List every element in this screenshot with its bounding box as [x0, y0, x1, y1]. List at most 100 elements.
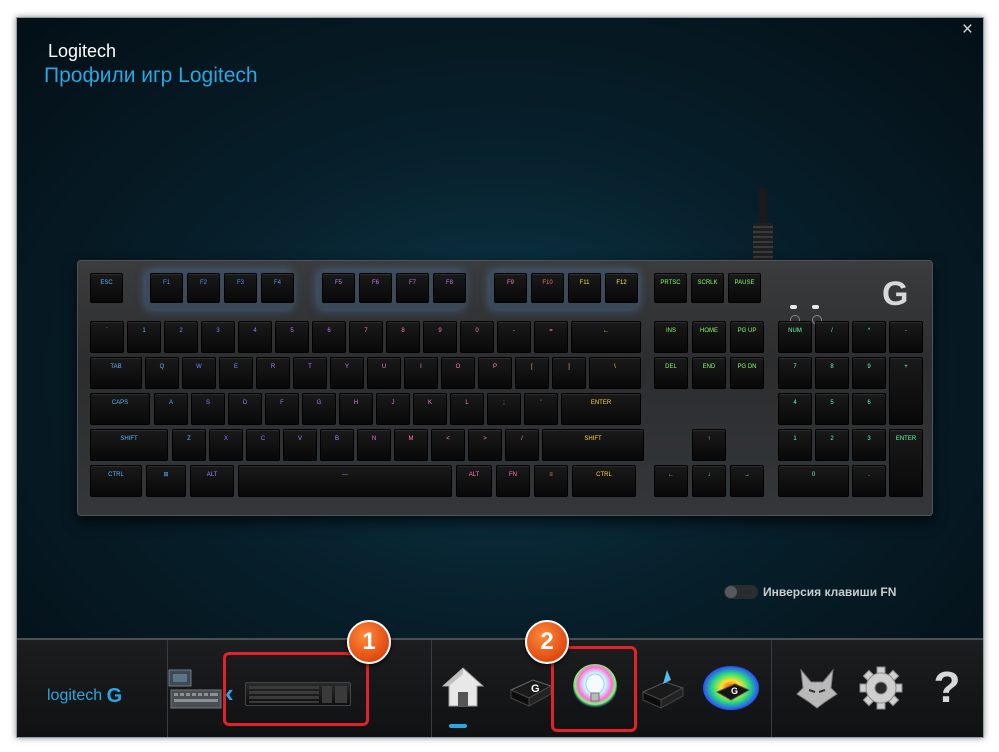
close-icon[interactable]: × — [962, 20, 973, 40]
key[interactable]: F11 — [568, 273, 601, 303]
heatmap-icon[interactable]: G — [701, 662, 761, 714]
key[interactable]: INS — [654, 321, 688, 353]
key[interactable]: * — [852, 321, 886, 353]
key[interactable]: SHIFT — [542, 429, 644, 461]
key[interactable]: H — [339, 393, 373, 425]
key-assignment-icon[interactable] — [637, 662, 689, 714]
key[interactable]: [ — [515, 357, 549, 389]
key[interactable]: CTRL — [90, 465, 142, 497]
key[interactable]: 3 — [201, 321, 235, 353]
key[interactable]: N — [357, 429, 391, 461]
previous-device-icon[interactable] — [167, 668, 223, 712]
key[interactable]: - — [497, 321, 531, 353]
key[interactable]: \ — [589, 357, 641, 389]
key[interactable]: T — [293, 357, 327, 389]
key[interactable]: / — [815, 321, 849, 353]
key[interactable]: PG UP — [730, 321, 764, 353]
key[interactable]: ≡ — [534, 465, 568, 497]
key[interactable]: - — [889, 321, 923, 353]
key[interactable]: 2 — [815, 429, 849, 461]
key[interactable]: Q — [145, 357, 179, 389]
home-icon[interactable] — [437, 662, 489, 714]
key[interactable]: 4 — [238, 321, 272, 353]
key[interactable]: ← — [571, 321, 641, 353]
key[interactable]: F — [265, 393, 299, 425]
key[interactable]: ENTER — [561, 393, 641, 425]
key[interactable]: K — [413, 393, 447, 425]
key[interactable]: ENTER — [889, 429, 923, 497]
key[interactable]: B — [320, 429, 354, 461]
key[interactable]: 0 — [778, 465, 849, 497]
key[interactable]: SCRLK — [691, 273, 724, 303]
key[interactable]: A — [154, 393, 188, 425]
key[interactable]: 3 — [852, 429, 886, 461]
gear-icon[interactable] — [855, 662, 907, 714]
key[interactable]: + — [889, 357, 923, 425]
key[interactable]: ↑ — [692, 429, 726, 461]
key[interactable]: 7 — [349, 321, 383, 353]
key[interactable]: ; — [487, 393, 521, 425]
key[interactable]: CAPS — [90, 393, 150, 425]
key[interactable]: W — [182, 357, 216, 389]
key[interactable]: FN — [496, 465, 530, 497]
key[interactable]: F1 — [150, 273, 183, 303]
key[interactable]: → — [730, 465, 764, 497]
key[interactable]: 2 — [164, 321, 198, 353]
key[interactable]: 7 — [778, 357, 812, 389]
key[interactable]: 6 — [312, 321, 346, 353]
key[interactable]: F5 — [322, 273, 355, 303]
key[interactable]: DEL — [654, 357, 688, 389]
key[interactable]: NUM — [778, 321, 812, 353]
key[interactable]: PRTSC — [654, 273, 687, 303]
key[interactable]: ALT — [190, 465, 234, 497]
key[interactable]: — — [238, 465, 452, 497]
key[interactable]: 9 — [423, 321, 457, 353]
key[interactable]: ALT — [456, 465, 492, 497]
key[interactable]: F12 — [605, 273, 638, 303]
key[interactable]: PG DN — [730, 357, 764, 389]
key[interactable]: C — [246, 429, 280, 461]
keyboard-preview[interactable]: G ESC F1 F2 F3 F4 F5 F6 F7 F8 F9 F10 F11 F12 PRTSC SCR… — [77, 260, 933, 516]
key[interactable]: > — [468, 429, 502, 461]
key[interactable]: J — [376, 393, 410, 425]
key[interactable]: 0 — [460, 321, 494, 353]
key[interactable]: ' — [524, 393, 558, 425]
key[interactable]: 1 — [778, 429, 812, 461]
key[interactable]: 8 — [386, 321, 420, 353]
key[interactable]: 9 — [852, 357, 886, 389]
key[interactable]: Y — [330, 357, 364, 389]
key[interactable]: 5 — [815, 393, 849, 425]
key[interactable]: F8 — [433, 273, 466, 303]
key[interactable]: D — [228, 393, 262, 425]
key[interactable]: F3 — [224, 273, 257, 303]
fn-inversion-toggle[interactable] — [724, 585, 758, 599]
key[interactable]: S — [191, 393, 225, 425]
key[interactable]: ⊞ — [146, 465, 186, 497]
key[interactable]: TAB — [90, 357, 142, 389]
key[interactable]: M — [394, 429, 428, 461]
key[interactable]: X — [209, 429, 243, 461]
key[interactable]: ` — [90, 321, 124, 353]
key[interactable]: 1 — [127, 321, 161, 353]
key[interactable]: F7 — [396, 273, 429, 303]
key[interactable]: ← — [654, 465, 688, 497]
key[interactable]: I — [404, 357, 438, 389]
key[interactable]: O — [441, 357, 475, 389]
arx-control-wolf-icon[interactable] — [791, 662, 843, 714]
key[interactable]: F6 — [359, 273, 392, 303]
key[interactable]: ESC — [90, 273, 123, 303]
key[interactable]: F10 — [531, 273, 564, 303]
key[interactable]: 6 — [852, 393, 886, 425]
key[interactable]: V — [283, 429, 317, 461]
key[interactable]: PAUSE — [728, 273, 761, 303]
key[interactable]: F9 — [494, 273, 527, 303]
key[interactable]: ] — [552, 357, 586, 389]
key[interactable]: END — [692, 357, 726, 389]
key[interactable]: E — [219, 357, 253, 389]
key[interactable]: P — [478, 357, 512, 389]
key[interactable]: = — [534, 321, 568, 353]
key[interactable]: R — [256, 357, 290, 389]
key[interactable]: HOME — [692, 321, 726, 353]
key[interactable]: / — [505, 429, 539, 461]
key[interactable]: G — [302, 393, 336, 425]
